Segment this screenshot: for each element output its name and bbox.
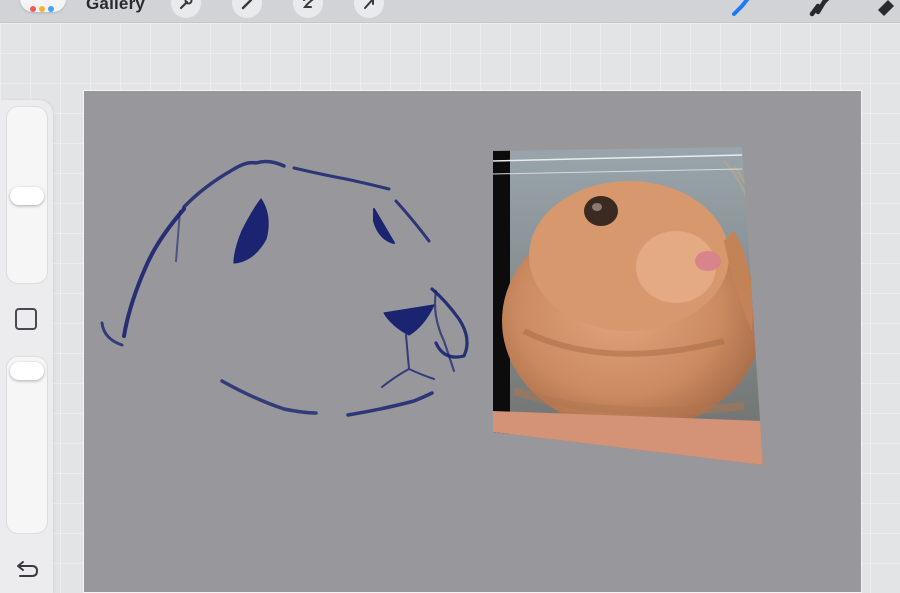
opacity-slider[interactable] — [6, 356, 48, 534]
brush-size-slider-thumb[interactable] — [10, 187, 44, 205]
top-toolbar: Gallery — [0, 0, 900, 23]
selection-icon[interactable] — [293, 0, 323, 18]
transform-arrow-icon[interactable] — [354, 0, 384, 18]
bunny-sketch — [100, 159, 469, 417]
brush-icon[interactable] — [728, 0, 758, 20]
eraser-icon[interactable] — [872, 0, 900, 20]
left-sidebar — [0, 100, 53, 593]
brush-size-slider[interactable] — [6, 106, 48, 284]
actions-menu-button[interactable] — [20, 0, 66, 12]
magic-wand-icon[interactable] — [232, 0, 262, 18]
menu-dot-red — [30, 6, 36, 12]
opacity-slider-thumb[interactable] — [10, 362, 44, 380]
wrench-icon[interactable] — [171, 0, 201, 18]
modify-button[interactable] — [15, 308, 37, 330]
gallery-button[interactable]: Gallery — [86, 0, 145, 14]
bunny-reference-photo[interactable] — [489, 141, 769, 471]
menu-dot-blue — [48, 6, 54, 12]
drawing-canvas[interactable] — [83, 90, 862, 593]
undo-icon[interactable] — [14, 560, 40, 580]
smudge-icon[interactable] — [806, 0, 836, 20]
menu-dot-yellow — [39, 6, 45, 12]
